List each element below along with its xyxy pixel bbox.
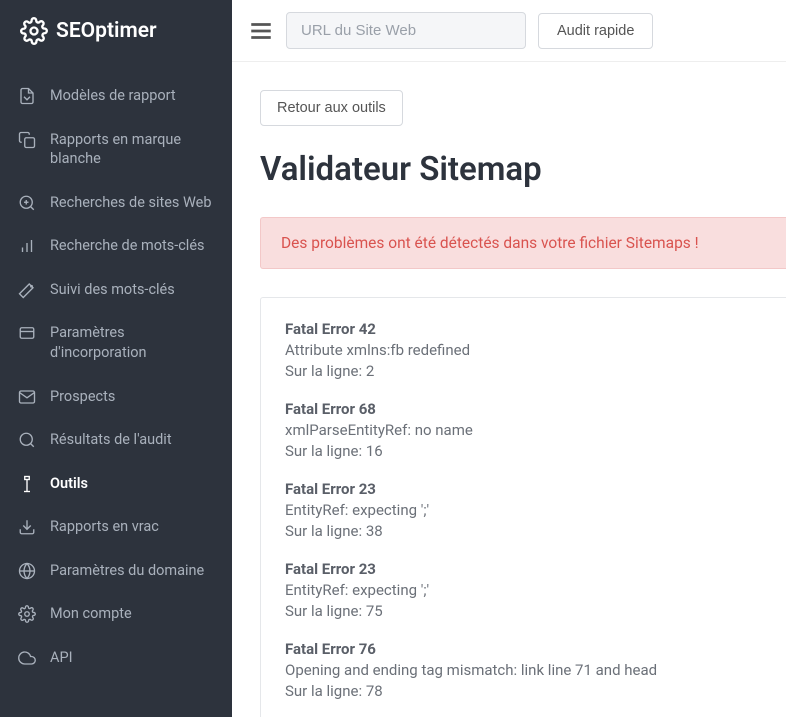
error-title: Fatal Error 42 [285,320,762,338]
sidebar-item-label: Prospects [50,387,214,407]
error-line: Sur la ligne: 75 [285,602,762,620]
bar-chart-icon [18,237,36,255]
error-alert: Des problèmes ont été détectés dans votr… [260,217,786,269]
errors-list: Fatal Error 42 Attribute xmlns:fb redefin… [260,297,786,717]
error-item: Fatal Error 76 Opening and ending tag mis… [285,640,762,700]
error-title: Fatal Error 68 [285,400,762,418]
sidebar-item-9[interactable]: Rapports en vrac [0,505,232,549]
sidebar-item-label: API [50,648,214,668]
sidebar-item-label: Outils [50,474,214,494]
sidebar-item-5[interactable]: Paramètres d'incorporation [0,311,232,374]
sidebar-item-6[interactable]: Prospects [0,375,232,419]
sidebar-item-4[interactable]: Suivi des mots-clés [0,268,232,312]
page-title: Validateur Sitemap [260,150,786,189]
error-message: EntityRef: expecting ';' [285,581,762,599]
sidebar-item-12[interactable]: API [0,636,232,680]
sidebar-item-label: Recherche de mots-clés [50,236,214,256]
error-line: Sur la ligne: 78 [285,682,762,700]
zoom-icon [18,194,36,212]
sidebar-item-3[interactable]: Recherche de mots-clés [0,224,232,268]
logo-gear-icon [20,17,48,45]
sidebar: SEOptimer Modèles de rapport Rapports en … [0,0,232,717]
sidebar-item-label: Suivi des mots-clés [50,280,214,300]
sidebar-item-10[interactable]: Paramètres du domaine [0,549,232,593]
search-icon [18,431,36,449]
gear-icon [18,605,36,623]
wand-icon [18,281,36,299]
content-area: Retour aux outils Validateur Sitemap Des… [232,62,786,717]
sidebar-item-0[interactable]: Modèles de rapport [0,74,232,118]
sidebar-nav: Modèles de rapport Rapports en marque bla… [0,62,232,717]
error-item: Fatal Error 23 EntityRef: expecting ';' Su… [285,560,762,620]
sidebar-item-1[interactable]: Rapports en marque blanche [0,118,232,181]
logo[interactable]: SEOptimer [0,0,232,62]
sidebar-item-label: Paramètres d'incorporation [50,323,214,362]
globe-icon [18,562,36,580]
download-icon [18,518,36,536]
error-message: Opening and ending tag mismatch: link li… [285,661,762,679]
mail-icon [18,388,36,406]
sidebar-item-8[interactable]: Outils [0,462,232,506]
sidebar-item-label: Résultats de l'audit [50,430,214,450]
error-item: Fatal Error 68 xmlParseEntityRef: no name… [285,400,762,460]
cloud-icon [18,649,36,667]
logo-text: SEOptimer [56,19,157,43]
error-line: Sur la ligne: 16 [285,442,762,460]
sidebar-item-2[interactable]: Recherches de sites Web [0,181,232,225]
embed-icon [18,324,36,342]
error-title: Fatal Error 23 [285,480,762,498]
main: Audit rapide Retour aux outils Validateu… [232,0,786,717]
sidebar-item-11[interactable]: Mon compte [0,592,232,636]
sidebar-item-label: Mon compte [50,604,214,624]
error-title: Fatal Error 23 [285,560,762,578]
error-line: Sur la ligne: 38 [285,522,762,540]
sidebar-item-label: Paramètres du domaine [50,561,214,581]
sidebar-item-label: Rapports en marque blanche [50,130,214,169]
menu-toggle-icon[interactable] [248,18,274,44]
sidebar-item-label: Rapports en vrac [50,517,214,537]
copy-icon [18,131,36,149]
error-line: Sur la ligne: 2 [285,362,762,380]
error-title: Fatal Error 76 [285,640,762,658]
tool-icon [18,475,36,493]
url-input[interactable] [286,12,526,49]
sidebar-item-label: Recherches de sites Web [50,193,214,213]
template-icon [18,87,36,105]
audit-button[interactable]: Audit rapide [538,13,653,49]
back-button[interactable]: Retour aux outils [260,90,403,126]
error-message: EntityRef: expecting ';' [285,501,762,519]
error-item: Fatal Error 23 EntityRef: expecting ';' Su… [285,480,762,540]
sidebar-item-label: Modèles de rapport [50,86,214,106]
sidebar-item-7[interactable]: Résultats de l'audit [0,418,232,462]
error-message: xmlParseEntityRef: no name [285,421,762,439]
topbar: Audit rapide [232,0,786,62]
error-item: Fatal Error 42 Attribute xmlns:fb redefin… [285,320,762,380]
error-message: Attribute xmlns:fb redefined [285,341,762,359]
